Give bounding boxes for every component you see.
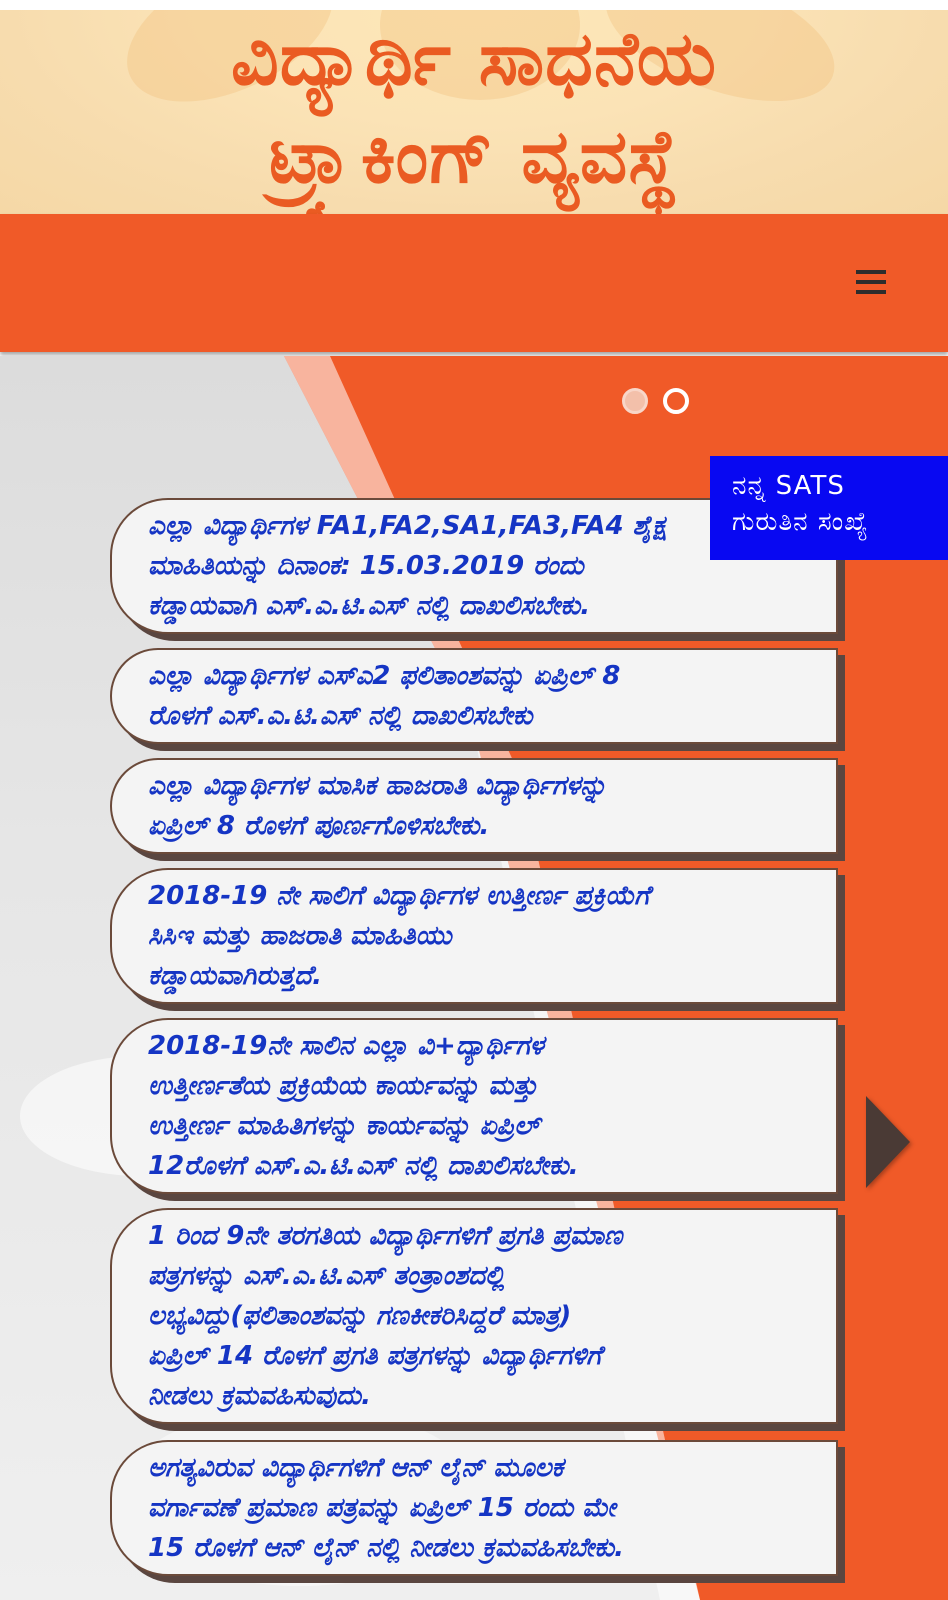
- notice-item[interactable]: 2018-19ನೇ ಸಾಲಿನ ಎಲ್ಲಾ ವಿ+ದ್ಯಾರ್ಥಿಗಳ ಉತ್ತ…: [110, 1018, 838, 1194]
- sats-badge-line2: ಗುರುತಿನ ಸಂಖ್ಯೆ: [732, 507, 869, 537]
- notice-line: 12ರೊಳಗೆ ಎಸ್.ಎ.ಟಿ.ಎಸ್ ನಲ್ಲಿ ದಾಖಲಿಸಬೇಕು.: [148, 1151, 579, 1181]
- page: ವಿದ್ಯಾರ್ಥಿ ಸಾಧನೆಯ ಟ್ರ್ಯಾಕಿಂಗ್ ವ್ಯವಸ್ಥೆ ನ…: [0, 0, 948, 1600]
- slider-dot-1[interactable]: [622, 388, 648, 414]
- sats-id-button[interactable]: ನನ್ನ SATS ಗುರುತಿನ ಸಂಖ್ಯೆ: [710, 456, 948, 560]
- slider-dot-2[interactable]: [663, 388, 690, 414]
- notice-line: ಏಪ್ರಿಲ್ 14 ರೊಳಗೆ ಪ್ರಗತಿ ಪತ್ರಗಳನ್ನು ವಿದ್ಯ…: [148, 1341, 602, 1371]
- notice-line: ರೊಳಗೆ ಎಸ್.ಎ.ಟಿ.ಎಸ್ ನಲ್ಲಿ ದಾಖಲಿಸಬೇಕು: [148, 701, 533, 731]
- notice-line: ಲಭ್ಯವಿದ್ದು(ಫಲಿತಾಂಶವನ್ನು ಗಣಕೀಕರಿಸಿದ್ದರೆ ಮ…: [148, 1301, 572, 1331]
- notice-line: ಉತ್ತೀರ್ಣತೆಯ ಪ್ರಕ್ರಿಯೆಯ ಕಾರ್ಯವನ್ನು ಮತ್ತು: [148, 1071, 538, 1101]
- notice-item[interactable]: ಎಲ್ಲಾ ವಿದ್ಯಾರ್ಥಿಗಳ ಮಾಸಿಕ ಹಾಜರಾತಿ ವಿದ್ಯಾರ…: [110, 758, 838, 854]
- slider-dots: [622, 388, 699, 420]
- notice-line: ನೀಡಲು ಕ್ರಮವಹಿಸುವುದು.: [148, 1381, 371, 1411]
- notice-line: ಏಪ್ರಿಲ್ 8 ರೊಳಗೆ ಪೂರ್ಣಗೊಳಿಸಬೇಕು.: [148, 811, 490, 841]
- notice-line: ಪತ್ರಗಳನ್ನು ಎಸ್.ಎ.ಟಿ.ಎಸ್ ತಂತ್ರಾಂಶದಲ್ಲಿ: [148, 1261, 505, 1291]
- notice-line: ಕಡ್ಡಾಯವಾಗಿ ಎಸ್.ಎ.ಟಿ.ಎಸ್ ನಲ್ಲಿ ದಾಖಲಿಸಬೇಕು…: [148, 591, 591, 621]
- notice-line: 2018-19 ನೇ ಸಾಲಿಗೆ ವಿದ್ಯಾರ್ಥಿಗಳ ಉತ್ತೀರ್ಣ …: [148, 881, 650, 911]
- notice-item[interactable]: ಎಲ್ಲಾ ವಿದ್ಯಾರ್ಥಿಗಳ ಎಸ್ಎ2 ಫಲಿತಾಂಶವನ್ನು ಏಪ…: [110, 648, 838, 744]
- notice-line: 1 ರಿಂದ 9ನೇ ತರಗತಿಯ ವಿದ್ಯಾರ್ಥಿಗಳಿಗೆ ಪ್ರಗತಿ…: [148, 1221, 623, 1251]
- notice-item[interactable]: 1 ರಿಂದ 9ನೇ ತರಗತಿಯ ವಿದ್ಯಾರ್ಥಿಗಳಿಗೆ ಪ್ರಗತಿ…: [110, 1208, 838, 1424]
- notice-item[interactable]: ಅಗತ್ಯವಿರುವ ವಿದ್ಯಾರ್ಥಿಗಳಿಗೆ ಆನ್ ಲೈನ್ ಮೂಲಕ…: [110, 1440, 838, 1576]
- navbar: [0, 214, 948, 352]
- notice-line: 15 ರೊಳಗೆ ಆನ್ ಲೈನ್ ನಲ್ಲಿ ನೀಡಲು ಕ್ರಮವಹಿಸಬೇ…: [148, 1533, 625, 1563]
- notice-line: ಅಗತ್ಯವಿರುವ ವಿದ್ಯಾರ್ಥಿಗಳಿಗೆ ಆನ್ ಲೈನ್ ಮೂಲಕ: [148, 1453, 564, 1483]
- notice-line: ಕಡ್ಡಾಯವಾಗಿರುತ್ತದೆ.: [148, 961, 323, 991]
- notice-line: ಎಲ್ಲಾ ವಿದ್ಯಾರ್ಥಿಗಳ ಮಾಸಿಕ ಹಾಜರಾತಿ ವಿದ್ಯಾರ…: [148, 771, 607, 801]
- chevron-right-icon[interactable]: [866, 1096, 910, 1188]
- notice-line: ವರ್ಗಾವಣೆ ಪ್ರಮಾಣ ಪತ್ರವನ್ನು ಏಪ್ರಿಲ್ 15 ರಂದ…: [148, 1493, 616, 1523]
- notice-line: ಎಲ್ಲಾ ವಿದ್ಯಾರ್ಥಿಗಳ ಎಸ್ಎ2 ಫಲಿತಾಂಶವನ್ನು ಏಪ…: [148, 661, 621, 691]
- site-title: ವಿದ್ಯಾರ್ಥಿ ಸಾಧನೆಯ ಟ್ರ್ಯಾಕಿಂಗ್ ವ್ಯವಸ್ಥೆ: [0, 10, 948, 206]
- site-title-line2: ಟ್ರ್ಯಾಕಿಂಗ್ ವ್ಯವಸ್ಥೆ: [268, 114, 680, 200]
- notice-line: ಸಿಸಿಇ ಮತ್ತು ಹಾಜರಾತಿ ಮಾಹಿತಿಯು: [148, 921, 452, 951]
- site-title-line1: ವಿದ್ಯಾರ್ಥಿ ಸಾಧನೆಯ: [231, 16, 717, 102]
- notice-item[interactable]: 2018-19 ನೇ ಸಾಲಿಗೆ ವಿದ್ಯಾರ್ಥಿಗಳ ಉತ್ತೀರ್ಣ …: [110, 868, 838, 1004]
- notice-line: 2018-19ನೇ ಸಾಲಿನ ಎಲ್ಲಾ ವಿ+ದ್ಯಾರ್ಥಿಗಳ: [148, 1031, 544, 1061]
- notice-line: ಉತ್ತೀರ್ಣ ಮಾಹಿತಿಗಳನ್ನು ಕಾರ್ಯವನ್ನು ಏಪ್ರಿಲ್: [148, 1111, 540, 1141]
- header-banner: ವಿದ್ಯಾರ್ಥಿ ಸಾಧನೆಯ ಟ್ರ್ಯಾಕಿಂಗ್ ವ್ಯವಸ್ಥೆ: [0, 10, 948, 214]
- hamburger-menu-icon[interactable]: [856, 270, 886, 296]
- sats-badge-line1: ನನ್ನ SATS: [732, 471, 845, 501]
